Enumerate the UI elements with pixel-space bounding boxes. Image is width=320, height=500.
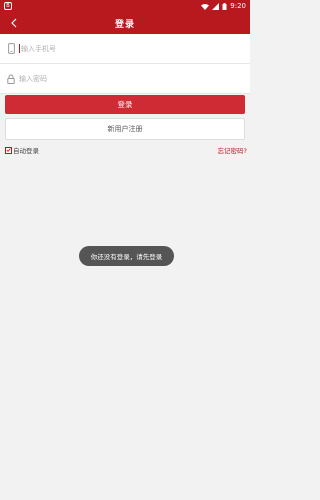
status-bar: B 9:20	[0, 0, 250, 12]
chevron-left-icon	[11, 18, 17, 28]
forgot-password-link[interactable]: 忘记密码?	[218, 145, 247, 155]
phone-icon	[6, 43, 16, 55]
status-right: 9:20	[201, 2, 246, 10]
app-notification-icon: B	[4, 2, 12, 10]
password-field-row	[0, 64, 250, 94]
wifi-icon	[201, 3, 210, 10]
system-nav-bar	[0, 494, 250, 500]
text-cursor	[19, 44, 20, 53]
phone-input[interactable]	[21, 44, 221, 53]
page-title: 登录	[114, 19, 135, 30]
title-bar: 登录	[0, 12, 250, 34]
lock-icon	[6, 73, 16, 85]
auto-login-label: 自动登录	[13, 147, 39, 155]
back-button[interactable]	[6, 15, 22, 31]
phone-field-row	[0, 34, 250, 64]
register-button[interactable]: 新用户注册	[5, 118, 245, 140]
login-screen: B 9:20 登录 输入手机号 登录 新用户注册 自动登录 忘记密码? 你还没有…	[0, 0, 250, 500]
check-icon	[6, 148, 11, 152]
battery-icon	[222, 2, 227, 10]
auto-login-checkbox[interactable]	[5, 146, 12, 154]
status-left: B	[4, 2, 12, 10]
login-options: 自动登录 忘记密码?	[5, 145, 247, 155]
login-button[interactable]: 登录	[5, 95, 245, 114]
password-input[interactable]	[19, 74, 219, 83]
signal-icon	[212, 2, 220, 10]
toast-message: 你还没有登录，请先登录	[79, 246, 174, 266]
auto-login-toggle[interactable]: 自动登录	[5, 145, 39, 155]
login-form	[0, 34, 250, 94]
status-time: 9:20	[230, 2, 246, 10]
